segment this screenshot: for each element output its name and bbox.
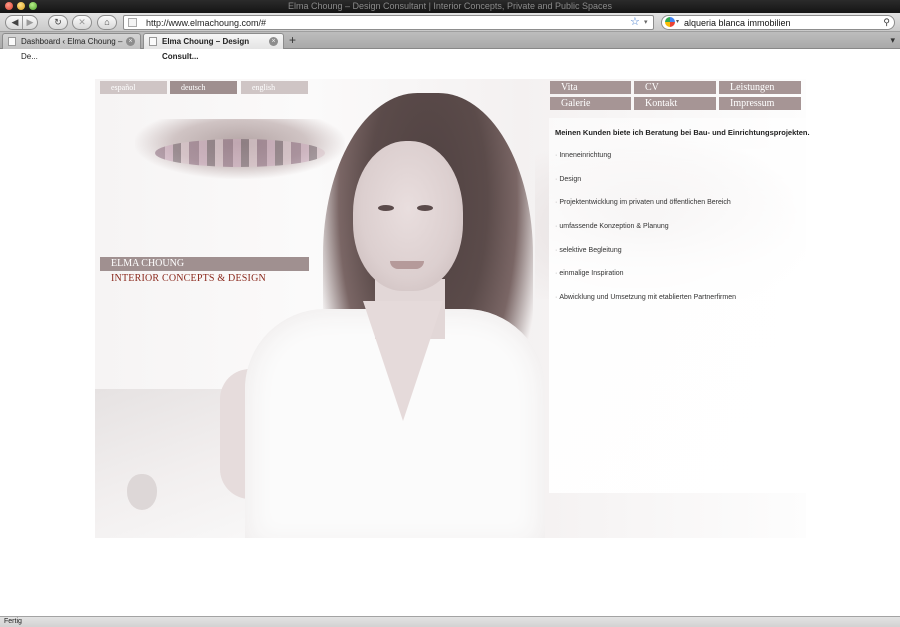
language-english[interactable]: english <box>241 81 308 94</box>
intro-text: Meinen Kunden biete ich Beratung bei Bau… <box>555 128 810 137</box>
search-input[interactable]: alqueria blanca immobilien <box>684 17 791 29</box>
search-bar[interactable]: ▾ alqueria blanca immobilien ⚲ <box>661 15 895 30</box>
url-text[interactable]: http://www.elmachoung.com/# <box>146 17 266 29</box>
tab-bar: Dashboard ‹ Elma Choung – De... × Elma C… <box>0 32 900 61</box>
bookmark-star-icon[interactable]: ☆ <box>630 15 640 29</box>
history-dropdown-icon[interactable]: ▾ <box>644 16 648 30</box>
tab-label: Elma Choung – Design Consult... <box>162 37 250 61</box>
photo-mouth <box>390 261 424 269</box>
service-label: Inneneinrichtung <box>559 152 612 159</box>
tab-elma-choung[interactable]: Elma Choung – Design Consult... × <box>143 33 284 61</box>
tab-close-icon[interactable]: × <box>269 37 278 46</box>
menu-leistungen[interactable]: Leistungen <box>719 81 801 94</box>
home-button[interactable]: ⌂ <box>97 15 117 30</box>
window-title: Elma Choung – Design Consultant | Interi… <box>287 1 612 11</box>
bullet-icon: · <box>555 294 558 302</box>
service-label: Projektentwicklung im privaten und öffen… <box>559 199 731 207</box>
engine-dropdown-icon[interactable]: ▾ <box>676 16 679 29</box>
home-icon: ⌂ <box>104 17 110 27</box>
close-window-button[interactable] <box>5 2 13 10</box>
forward-icon[interactable]: ▶ <box>24 16 36 29</box>
list-item: · einmalige Inspiration <box>555 269 805 293</box>
photo-eye <box>378 205 394 211</box>
tab-label: Dashboard ‹ Elma Choung – De... <box>21 37 123 61</box>
address-bar[interactable]: http://www.elmachoung.com/# ☆ ▾ <box>123 15 654 30</box>
reload-button[interactable]: ↻ <box>48 15 68 30</box>
status-bar: Fertig <box>0 616 900 627</box>
menu-kontakt[interactable]: Kontakt <box>634 97 716 110</box>
service-label: umfassende Konzeption & Planung <box>559 223 669 231</box>
menu-cv[interactable]: CV <box>634 81 716 94</box>
service-label: Design <box>559 175 582 183</box>
list-item: · Design <box>555 175 805 199</box>
back-icon[interactable]: ◀ <box>9 16 21 29</box>
tab-dashboard[interactable]: Dashboard ‹ Elma Choung – De... × <box>2 33 141 61</box>
button-divider <box>22 16 23 29</box>
list-item: · Inneneinrichtung <box>555 151 805 175</box>
site-name[interactable]: ELMA CHOUNG <box>100 257 309 271</box>
bullet-icon: · <box>555 175 558 183</box>
status-text: Fertig <box>4 618 22 625</box>
google-engine-icon[interactable] <box>665 17 675 27</box>
tab-list-icon[interactable]: ▾ <box>890 34 895 46</box>
services-list: · Inneneinrichtung · Design · Projektentwic… <box>555 151 805 317</box>
browser-toolbar: ◀ ▶ ↻ ✕ ⌂ http://www.elmachoung.com/# ☆ … <box>0 13 900 32</box>
apple-logo-icon <box>127 474 157 510</box>
list-item: · Abwicklung und Umsetzung mit etablierte… <box>555 293 805 317</box>
bullet-icon: · <box>555 199 558 207</box>
photo-eye <box>417 205 433 211</box>
language-deutsch[interactable]: deutsch <box>170 81 237 94</box>
stop-icon: ✕ <box>78 17 86 27</box>
language-espanol[interactable]: español <box>100 81 167 94</box>
new-tab-button[interactable]: + <box>289 32 296 48</box>
list-item: · Projektentwicklung im privaten und öffe… <box>555 198 805 222</box>
back-forward-buttons: ◀ ▶ <box>5 15 38 30</box>
search-icon[interactable]: ⚲ <box>883 16 890 29</box>
photo-fruit <box>155 139 325 167</box>
tab-close-icon[interactable]: × <box>126 37 135 46</box>
list-item: · selektive Begleitung <box>555 246 805 270</box>
bullet-icon: · <box>555 223 558 231</box>
menu-galerie[interactable]: Galerie <box>550 97 631 110</box>
list-item: · umfassende Konzeption & Planung <box>555 222 805 246</box>
page-favicon-icon <box>149 37 157 46</box>
bullet-icon: · <box>555 246 558 254</box>
menu-impressum[interactable]: Impressum <box>719 97 801 110</box>
reload-icon: ↻ <box>54 17 62 27</box>
page-favicon-icon <box>8 37 16 46</box>
bullet-icon: · <box>555 152 558 159</box>
window-titlebar: Elma Choung – Design Consultant | Interi… <box>0 0 900 13</box>
service-label: Abwicklung und Umsetzung mit etablierten… <box>559 294 736 302</box>
zoom-window-button[interactable] <box>29 2 37 10</box>
bullet-icon: · <box>555 270 558 278</box>
site-tagline: INTERIOR CONCEPTS & DESIGN <box>111 273 266 284</box>
stop-button[interactable]: ✕ <box>72 15 92 30</box>
service-label: einmalige Inspiration <box>559 270 624 278</box>
photo-vneck <box>363 301 443 421</box>
service-label: selektive Begleitung <box>559 246 622 254</box>
page-favicon-icon <box>128 18 137 27</box>
minimize-window-button[interactable] <box>17 2 25 10</box>
menu-vita[interactable]: Vita <box>550 81 631 94</box>
